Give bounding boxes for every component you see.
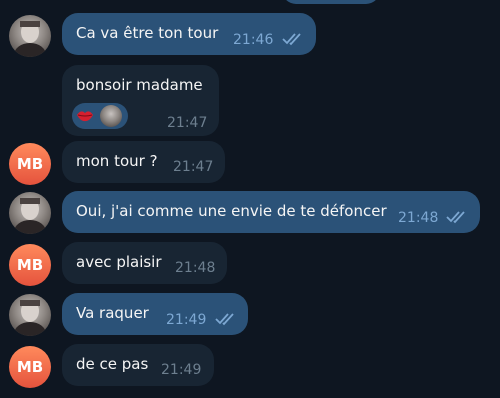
message-time: 21:49 — [161, 362, 202, 378]
double-check-icon — [215, 313, 234, 326]
message-text: bonsoir madame — [76, 76, 203, 94]
message-text: Va raquer — [76, 304, 149, 322]
message-bubble[interactable]: bonsoir madame 21:47 — [62, 65, 219, 136]
avatar-initials: MB — [16, 155, 44, 173]
double-check-icon — [446, 211, 465, 224]
message-text: Ca va être ton tour — [76, 24, 219, 42]
message-bubble[interactable]: Oui, j'ai comme une envie de te défoncer… — [62, 191, 480, 233]
message-text: avec plaisir — [76, 253, 162, 271]
message-time: 21:48 — [398, 210, 439, 226]
avatar-initials: MB — [16, 358, 44, 376]
avatar-user[interactable] — [9, 294, 51, 336]
avatar-user[interactable] — [9, 192, 51, 234]
message-time: 21:46 — [233, 32, 274, 48]
message-text: de ce pas — [76, 355, 149, 373]
avatar-contact[interactable]: MB — [9, 346, 51, 388]
message-time: 21:48 — [175, 260, 216, 276]
avatar-user[interactable] — [9, 15, 51, 57]
message-bubble[interactable]: Va raquer 21:49 — [62, 293, 248, 335]
previous-message-bubble[interactable] — [282, 0, 380, 4]
message-text: Oui, j'ai comme une envie de te défoncer — [76, 202, 387, 220]
reactor-avatar — [100, 105, 122, 127]
double-check-icon — [282, 33, 301, 46]
reaction-chip[interactable] — [72, 103, 128, 129]
message-bubble[interactable]: avec plaisir 21:48 — [62, 242, 227, 284]
message-bubble[interactable]: mon tour ? 21:47 — [62, 141, 225, 183]
message-time: 21:49 — [166, 312, 207, 328]
message-time: 21:47 — [167, 115, 208, 131]
avatar-contact[interactable]: MB — [9, 143, 51, 185]
message-bubble[interactable]: de ce pas 21:49 — [62, 344, 214, 386]
kiss-mark-icon — [74, 105, 96, 127]
avatar-initials: MB — [16, 256, 44, 274]
message-text: mon tour ? — [76, 152, 158, 170]
avatar-contact[interactable]: MB — [9, 244, 51, 286]
message-time: 21:47 — [173, 159, 214, 175]
message-bubble[interactable]: Ca va être ton tour 21:46 — [62, 13, 316, 55]
